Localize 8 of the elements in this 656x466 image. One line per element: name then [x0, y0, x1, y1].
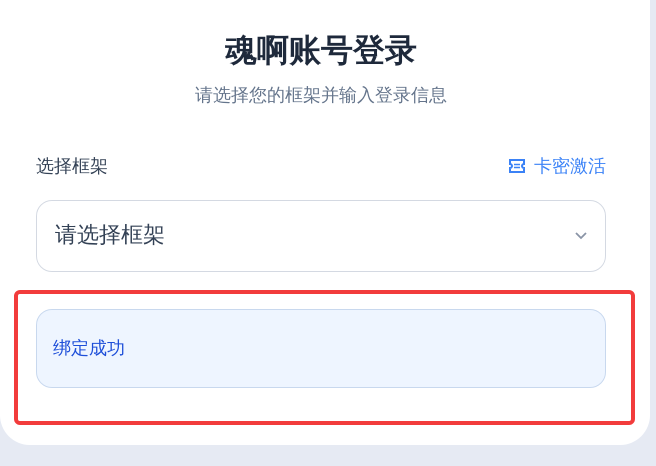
activate-link[interactable]: 卡密激活: [508, 152, 606, 180]
ticket-icon: [508, 158, 526, 174]
success-alert: 绑定成功: [36, 308, 606, 388]
field-label: 选择框架: [36, 154, 108, 179]
login-title: 魂啊账号登录: [224, 30, 418, 71]
login-subtitle: 请选择您的框架并输入登录信息: [194, 84, 448, 108]
chevron-down-icon: [575, 232, 587, 240]
framework-select[interactable]: 请选择框架: [36, 200, 606, 272]
